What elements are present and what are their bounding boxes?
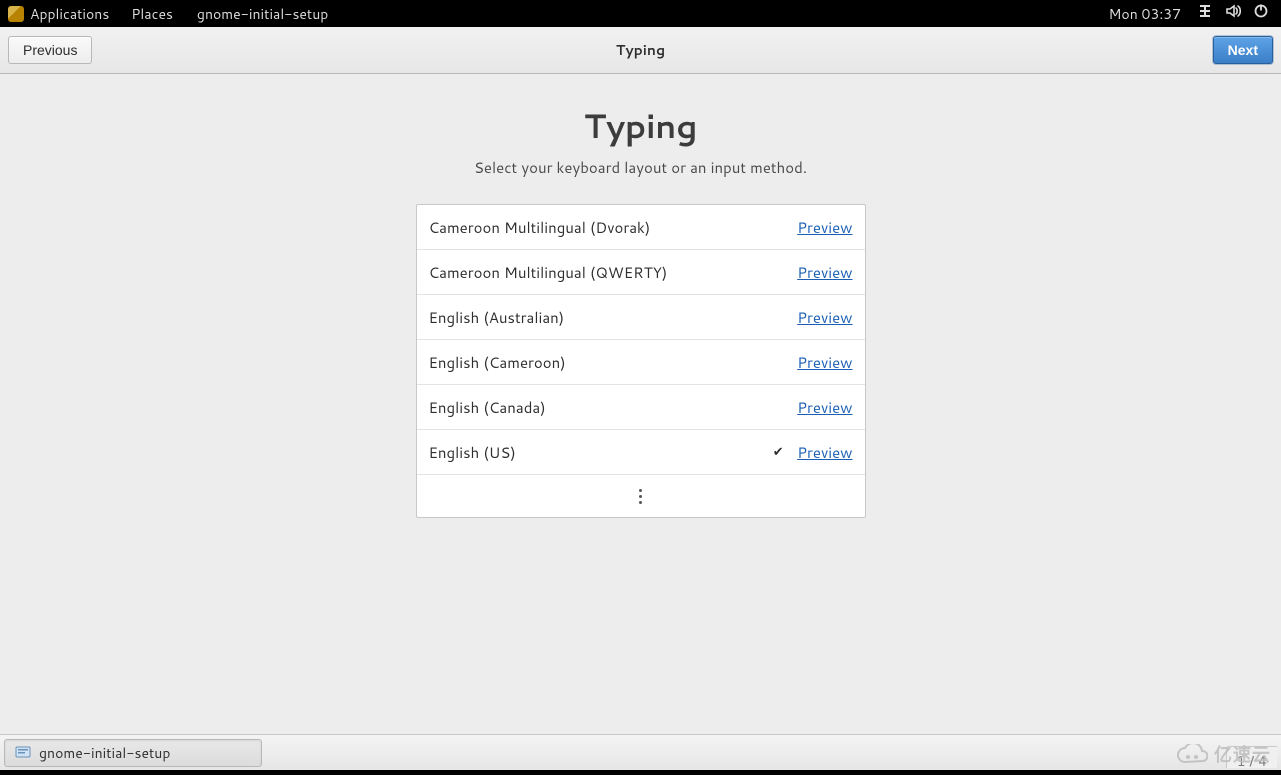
- applications-menu[interactable]: Applications: [6, 4, 119, 24]
- active-application-label: gnome-initial-setup: [197, 4, 328, 24]
- layout-row[interactable]: English (Cameroon) Preview: [417, 340, 865, 385]
- places-label: Places: [131, 4, 173, 24]
- power-icon[interactable]: [1253, 3, 1269, 24]
- preview-link[interactable]: Preview: [797, 442, 852, 463]
- layout-label: English (Cameroon): [429, 352, 770, 373]
- page-indicator: 1 / 4: [1226, 746, 1277, 768]
- places-menu[interactable]: Places: [119, 4, 185, 24]
- bottom-region: gnome-initial-setup 1 / 4: [0, 734, 1281, 770]
- layout-row[interactable]: English (Australian) Preview: [417, 295, 865, 340]
- preview-link[interactable]: Preview: [797, 307, 852, 328]
- system-tray: [1191, 3, 1275, 24]
- clock[interactable]: Mon 03:37: [1099, 4, 1191, 24]
- layout-label: English (Australian): [429, 307, 770, 328]
- applications-label: Applications: [30, 4, 109, 24]
- gnome-top-panel: Applications Places gnome-initial-setup …: [0, 0, 1281, 27]
- taskbar-task[interactable]: gnome-initial-setup: [4, 739, 262, 767]
- layout-row[interactable]: Cameroon Multilingual (Dvorak) Preview: [417, 205, 865, 250]
- layout-row[interactable]: English (US) ✔ Preview: [417, 430, 865, 475]
- preview-link[interactable]: Preview: [797, 352, 852, 373]
- headerbar-title: Typing: [0, 40, 1281, 60]
- page-heading: Typing: [584, 102, 697, 149]
- taskbar-task-label: gnome-initial-setup: [39, 743, 170, 763]
- layout-label: Cameroon Multilingual (Dvorak): [429, 217, 770, 238]
- layout-label: English (Canada): [429, 397, 770, 418]
- layout-row[interactable]: English (Canada) Preview: [417, 385, 865, 430]
- headerbar: Previous Typing Next: [0, 27, 1281, 74]
- previous-button[interactable]: Previous: [8, 36, 92, 64]
- preview-link[interactable]: Preview: [797, 397, 852, 418]
- active-application-menu[interactable]: gnome-initial-setup: [185, 4, 340, 24]
- taskbar: gnome-initial-setup 1 / 4: [0, 734, 1281, 770]
- preview-link[interactable]: Preview: [797, 262, 852, 283]
- keyboard-layout-list: Cameroon Multilingual (Dvorak) Preview C…: [416, 204, 866, 518]
- page-subtitle: Select your keyboard layout or an input …: [474, 157, 807, 178]
- gnome-logo-icon: [8, 6, 24, 22]
- next-button[interactable]: Next: [1213, 36, 1273, 64]
- more-icon: [639, 489, 642, 504]
- layout-row[interactable]: Cameroon Multilingual (QWERTY) Preview: [417, 250, 865, 295]
- preview-link[interactable]: Preview: [797, 217, 852, 238]
- layout-label: Cameroon Multilingual (QWERTY): [429, 262, 770, 283]
- check-icon: ✔: [769, 443, 787, 461]
- bottom-black-strip: [0, 770, 1281, 775]
- network-icon[interactable]: [1197, 3, 1213, 24]
- app-icon: [15, 745, 31, 761]
- more-layouts-button[interactable]: [417, 475, 865, 517]
- layout-label: English (US): [429, 442, 770, 463]
- volume-icon[interactable]: [1225, 3, 1241, 24]
- page-content: Typing Select your keyboard layout or an…: [0, 74, 1281, 518]
